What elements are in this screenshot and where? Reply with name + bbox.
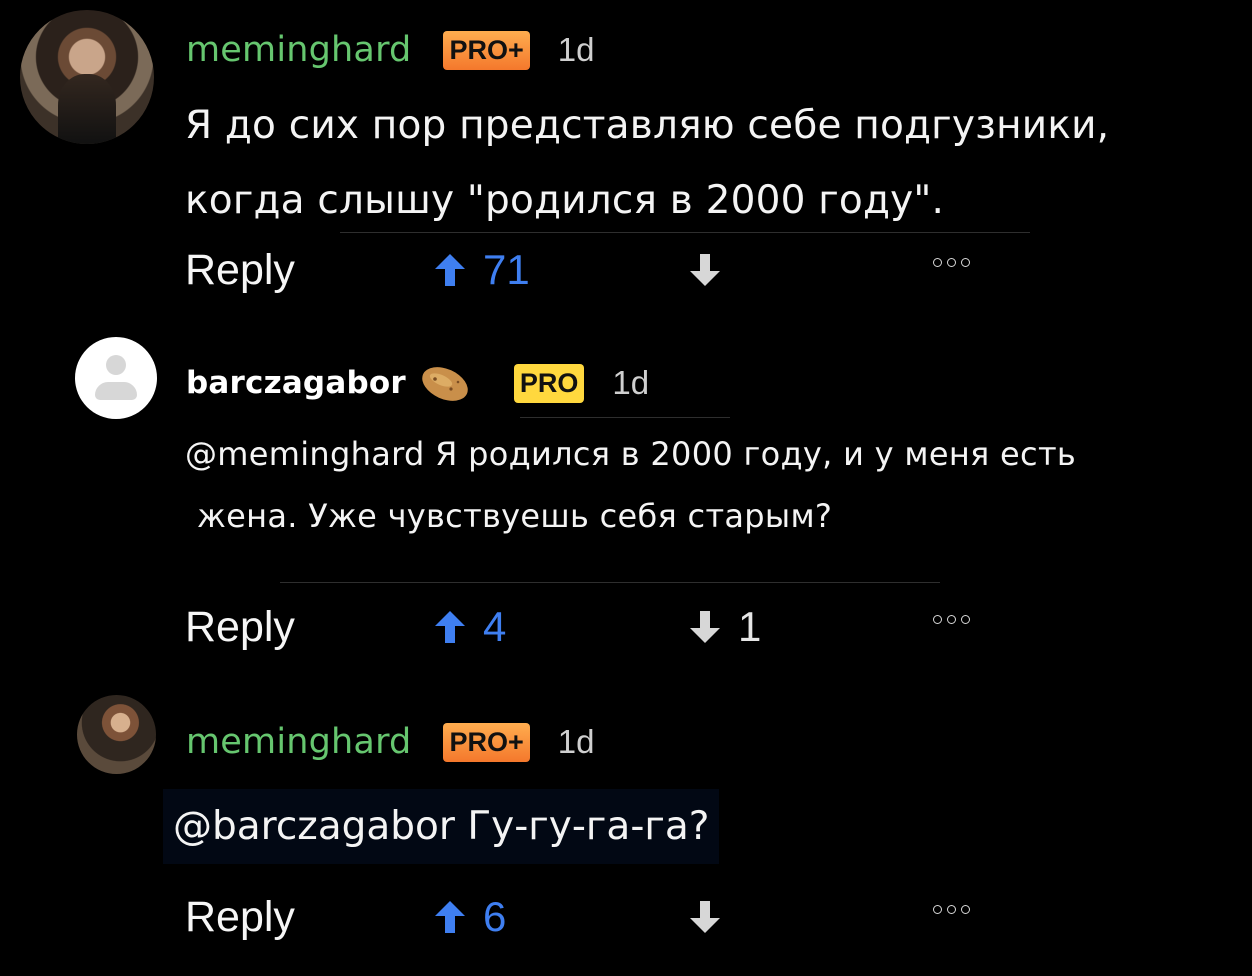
divider: [340, 232, 1030, 233]
upvote-arrow-icon: [435, 254, 465, 286]
downvote-count: 1: [738, 603, 762, 650]
pro-plus-badge: PRO+: [443, 722, 530, 762]
comment-actions: Reply 4 1: [185, 597, 1015, 657]
more-dot: [933, 615, 942, 624]
more-dot: [961, 615, 970, 624]
comment-actions: Reply 6: [185, 887, 1015, 947]
comment-text-line: жена. Уже чувствуешь себя старым?: [197, 497, 833, 535]
more-dot: [947, 905, 956, 914]
divider: [520, 417, 730, 418]
comment-text-line: @meminghard Я родился в 2000 году, и у м…: [185, 435, 1077, 473]
comment-time: 1d: [612, 364, 650, 401]
default-avatar-head: [106, 355, 126, 375]
username[interactable]: meminghard: [186, 722, 411, 762]
more-dot: [961, 905, 970, 914]
user-avatar[interactable]: [20, 10, 154, 144]
upvote-arrow-icon: [435, 611, 465, 643]
comment-body: @meminghard Я родился в 2000 году, и у м…: [185, 423, 1076, 547]
reply-button[interactable]: Reply: [185, 597, 295, 657]
more-options-icon[interactable]: [933, 258, 970, 267]
upvote-count: 6: [483, 893, 507, 940]
comment-actions: Reply 71: [185, 240, 1015, 300]
pro-plus-badge: PRO+: [443, 30, 530, 70]
downvote-arrow-icon: [690, 254, 720, 286]
upvote-count: 71: [483, 246, 530, 293]
downvote-arrow-icon: [690, 901, 720, 933]
user-avatar[interactable]: [75, 337, 157, 419]
comment-meminghard-2: meminghard PRO+ 1d @barczagabor Гу-гу-га…: [0, 670, 1252, 976]
divider: [280, 582, 940, 583]
comment-text-line: когда слышу "родился в 2000 году".: [185, 178, 945, 223]
downvote-button[interactable]: [688, 887, 738, 947]
more-dot: [961, 258, 970, 267]
username[interactable]: meminghard: [186, 30, 411, 70]
username[interactable]: barczagabor: [186, 365, 406, 401]
more-dot: [947, 258, 956, 267]
default-avatar-body: [95, 382, 137, 400]
comment-text-line: Я до сих пор представляю себе подгузники…: [185, 103, 1110, 148]
comment-meta: meminghard PRO+ 1d: [186, 29, 594, 71]
reply-button[interactable]: Reply: [185, 240, 295, 300]
more-dot: [933, 905, 942, 914]
reply-button[interactable]: Reply: [185, 887, 295, 947]
pro-badge: PRO: [513, 363, 585, 403]
upvote-button[interactable]: 6: [433, 887, 506, 947]
upvote-button[interactable]: 71: [433, 240, 530, 300]
comment-barczagabor: barczagabor PRO 1d @meminghard Я родился…: [0, 310, 1252, 670]
comment-meta: barczagabor PRO 1d: [186, 362, 649, 404]
upvote-button[interactable]: 4: [433, 597, 506, 657]
downvote-arrow-icon: [690, 611, 720, 643]
comment-time: 1d: [557, 723, 595, 760]
comment-time: 1d: [557, 31, 595, 68]
comment-body: Я до сих пор представляю себе подгузники…: [185, 88, 1109, 238]
more-dot: [933, 258, 942, 267]
comment-meminghard-1: meminghard PRO+ 1d Я до сих пор представ…: [0, 0, 1252, 310]
downvote-button[interactable]: [688, 240, 738, 300]
downvote-button[interactable]: 1: [688, 597, 761, 657]
upvote-count: 4: [483, 603, 507, 650]
comment-meta: meminghard PRO+ 1d: [186, 721, 594, 763]
user-avatar[interactable]: [77, 695, 156, 774]
comment-body: @barczagabor Гу-гу-га-га?: [163, 789, 720, 864]
potato-emoji-icon: [422, 366, 468, 401]
more-options-icon[interactable]: [933, 615, 970, 624]
more-options-icon[interactable]: [933, 905, 970, 914]
more-dot: [947, 615, 956, 624]
comment-text-line: @barczagabor Гу-гу-га-га?: [173, 804, 710, 849]
upvote-arrow-icon: [435, 901, 465, 933]
